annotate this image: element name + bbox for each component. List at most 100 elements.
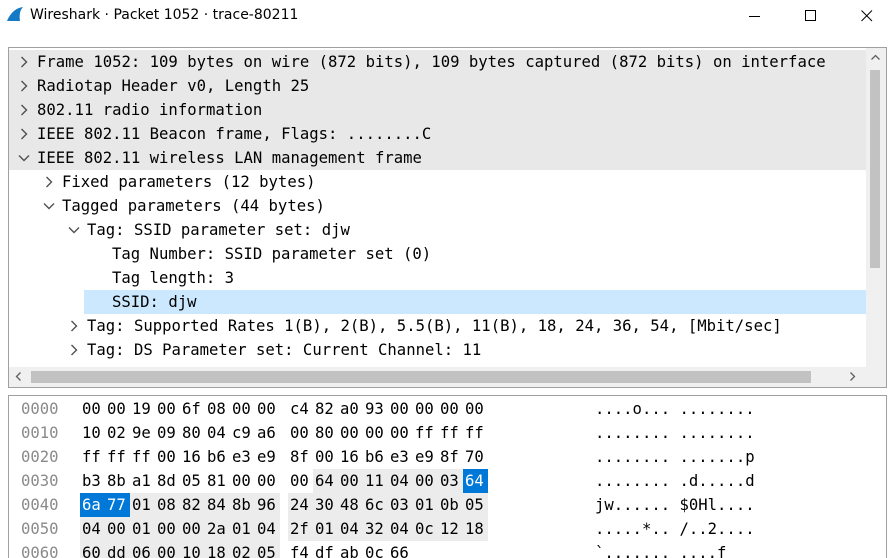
- hex-byte[interactable]: ab: [338, 541, 363, 558]
- chevron-down-icon[interactable]: [67, 218, 81, 242]
- hex-byte[interactable]: 82: [313, 397, 338, 421]
- hex-byte[interactable]: 01: [413, 493, 438, 517]
- hex-byte[interactable]: 0c: [363, 541, 388, 558]
- hex-byte[interactable]: 66: [388, 541, 413, 558]
- hex-byte[interactable]: 00: [105, 397, 130, 421]
- hex-byte[interactable]: 18: [205, 541, 230, 558]
- hex-byte[interactable]: 00: [463, 397, 488, 421]
- packet-details-pane[interactable]: Frame 1052: 109 bytes on wire (872 bits)…: [8, 47, 887, 388]
- hex-byte[interactable]: 64: [313, 469, 338, 493]
- tree-row[interactable]: 802.11 radio information: [9, 98, 866, 122]
- chevron-right-icon[interactable]: [17, 50, 31, 74]
- hex-byte[interactable]: 00: [155, 517, 180, 541]
- hex-byte[interactable]: ff: [463, 421, 488, 445]
- hex-byte[interactable]: 9e: [130, 421, 155, 445]
- hex-byte[interactable]: e3: [388, 445, 413, 469]
- hex-byte[interactable]: 00: [288, 421, 313, 445]
- tree-row[interactable]: Tag: DS Parameter set: Current Channel: …: [9, 338, 866, 362]
- tree-row[interactable]: Fixed parameters (12 bytes): [9, 170, 866, 194]
- hex-byte[interactable]: 09: [155, 421, 180, 445]
- tree-row[interactable]: Radiotap Header v0, Length 25: [9, 74, 866, 98]
- hex-byte[interactable]: 8b: [230, 493, 255, 517]
- hex-byte[interactable]: 93: [363, 397, 388, 421]
- hex-byte[interactable]: 10: [80, 421, 105, 445]
- hex-byte[interactable]: 00: [313, 445, 338, 469]
- tree-row[interactable]: Tag Number: SSID parameter set (0): [9, 242, 866, 266]
- hex-byte[interactable]: 60: [80, 541, 105, 558]
- hex-byte[interactable]: 8b: [105, 469, 130, 493]
- hex-byte[interactable]: 84: [205, 493, 230, 517]
- hex-byte[interactable]: 8f: [288, 445, 313, 469]
- hex-byte[interactable]: a0: [338, 397, 363, 421]
- tree-row[interactable]: IEEE 802.11 wireless LAN management fram…: [9, 146, 866, 170]
- hex-byte[interactable]: ff: [130, 445, 155, 469]
- bytes-row[interactable]: 0000 00 00 19 00 6f 08 00 00 c4 82 a0 93 00 00 00 00....…: [9, 397, 886, 421]
- hex-byte[interactable]: f4: [288, 541, 313, 558]
- hex-byte[interactable]: c9: [230, 421, 255, 445]
- hex-byte[interactable]: 04: [388, 517, 413, 541]
- hex-byte[interactable]: 00: [255, 469, 280, 493]
- hex-byte[interactable]: 81: [205, 469, 230, 493]
- close-button[interactable]: [844, 0, 890, 31]
- hex-byte[interactable]: 6c: [363, 493, 388, 517]
- hex-byte[interactable]: 0c: [413, 517, 438, 541]
- hex-byte[interactable]: 11: [363, 469, 388, 493]
- ascii-dump[interactable]: `....... ....f: [595, 541, 726, 558]
- hex-byte[interactable]: 00: [155, 541, 180, 558]
- hex-byte[interactable]: b6: [363, 445, 388, 469]
- tree-row[interactable]: Tag length: 3: [9, 266, 866, 290]
- ascii-dump[interactable]: ........ ........: [595, 421, 755, 445]
- hex-byte[interactable]: 10: [180, 541, 205, 558]
- pane-splitter[interactable]: [0, 388, 893, 395]
- tree-row-selected[interactable]: SSID: djw: [84, 290, 866, 314]
- hex-byte[interactable]: 82: [180, 493, 205, 517]
- hex-byte[interactable]: 00: [155, 445, 180, 469]
- hex-byte[interactable]: 0b: [438, 493, 463, 517]
- packet-details-tree[interactable]: Frame 1052: 109 bytes on wire (872 bits)…: [9, 48, 866, 367]
- scroll-up-icon[interactable]: [870, 52, 881, 63]
- hex-byte[interactable]: 05: [255, 541, 280, 558]
- hex-byte[interactable]: 16: [338, 445, 363, 469]
- hex-byte[interactable]: 96: [255, 493, 280, 517]
- hex-byte[interactable]: 08: [205, 397, 230, 421]
- hex-byte[interactable]: 00: [413, 397, 438, 421]
- chevron-right-icon[interactable]: [17, 98, 31, 122]
- hex-byte[interactable]: 2a: [205, 517, 230, 541]
- hex-byte[interactable]: 19: [130, 397, 155, 421]
- hex-byte[interactable]: 00: [388, 421, 413, 445]
- chevron-right-icon[interactable]: [17, 74, 31, 98]
- hex-byte[interactable]: 18: [463, 517, 488, 541]
- hex-byte[interactable]: 00: [155, 397, 180, 421]
- hex-byte[interactable]: 08: [155, 493, 180, 517]
- hex-byte[interactable]: 03: [438, 469, 463, 493]
- hex-byte[interactable]: 12: [438, 517, 463, 541]
- hex-byte[interactable]: 30: [313, 493, 338, 517]
- hex-byte[interactable]: 00: [363, 421, 388, 445]
- hex-byte[interactable]: 80: [180, 421, 205, 445]
- ascii-dump[interactable]: ....o... ........: [595, 397, 755, 421]
- hex-byte[interactable]: e9: [413, 445, 438, 469]
- hex-byte[interactable]: b6: [205, 445, 230, 469]
- hex-byte[interactable]: 01: [130, 517, 155, 541]
- scroll-right-icon[interactable]: [847, 371, 858, 382]
- hex-byte[interactable]: 02: [230, 541, 255, 558]
- tree-row[interactable]: Tag: SSID parameter set: djw: [9, 218, 866, 242]
- hex-byte[interactable]: 00: [413, 469, 438, 493]
- details-horizontal-scrollbar[interactable]: [9, 367, 866, 387]
- scroll-left-icon[interactable]: [13, 371, 24, 382]
- hex-byte[interactable]: 48: [338, 493, 363, 517]
- details-vertical-scroll-thumb[interactable]: [870, 70, 880, 268]
- chevron-right-icon[interactable]: [67, 314, 81, 338]
- hex-byte[interactable]: 04: [338, 517, 363, 541]
- maximize-button[interactable]: [788, 0, 834, 31]
- hex-byte[interactable]: a1: [130, 469, 155, 493]
- bytes-row[interactable]: 0040 6a 77 01 08 82 84 8b 96 24 30 48 6c 03 01 0b 05 jw..…: [9, 493, 886, 517]
- hex-byte[interactable]: 77: [105, 493, 130, 517]
- ascii-dump[interactable]: ........ .......p: [595, 445, 755, 469]
- ascii-dump[interactable]: .....*.. /..2....: [595, 517, 755, 541]
- chevron-right-icon[interactable]: [67, 338, 81, 362]
- hex-byte[interactable]: 00: [80, 397, 105, 421]
- hex-byte[interactable]: 04: [255, 517, 280, 541]
- hex-byte[interactable]: 01: [130, 493, 155, 517]
- hex-byte[interactable]: 01: [230, 517, 255, 541]
